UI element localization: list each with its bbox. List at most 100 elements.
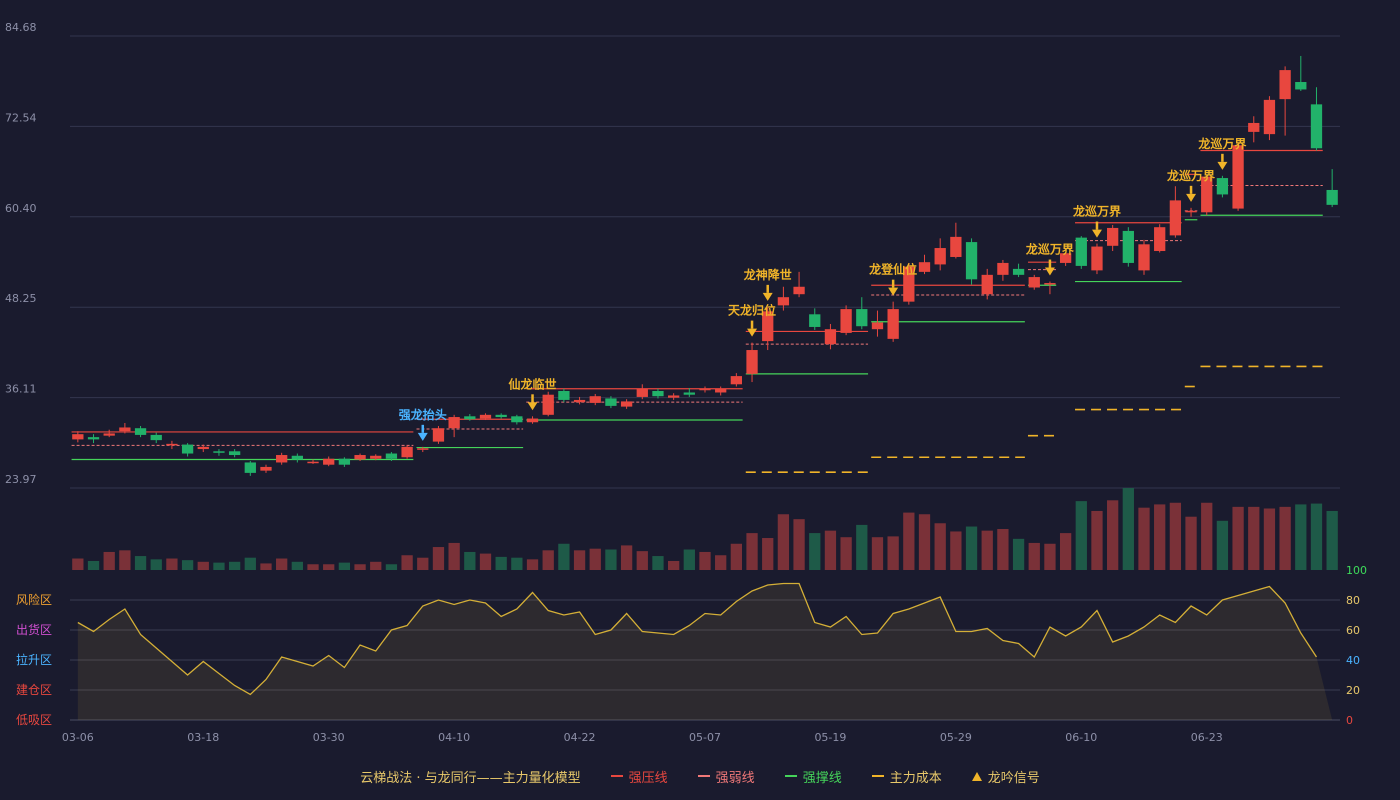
volume-bar: [1154, 504, 1166, 570]
candle-body: [511, 416, 523, 423]
volume-bar: [260, 563, 272, 570]
candle-body: [150, 434, 162, 441]
volume-bar: [605, 549, 617, 570]
volume-bar: [72, 558, 84, 570]
candle-body: [385, 453, 398, 459]
candle-body: [228, 451, 241, 456]
volume-bar: [840, 537, 852, 570]
candle-body: [809, 314, 821, 327]
signal-arrow-icon: [417, 432, 428, 441]
volume-bar: [1295, 504, 1307, 570]
candle-body: [746, 350, 758, 374]
candle-body: [1185, 210, 1197, 213]
candle-body: [166, 443, 178, 446]
candle-body: [856, 309, 868, 327]
candle-body: [338, 458, 351, 465]
candlestick-chart: 84.68 72.54 60.40 48.25 36.11 23.97 100 80 60 40 2…: [5, 21, 1367, 744]
volume-bar: [150, 559, 162, 570]
candle-body: [715, 388, 727, 393]
candle-body: [1248, 122, 1260, 132]
volume-bar: [683, 549, 695, 570]
candle-body: [291, 455, 303, 460]
signal-label: 龙巡万界: [1073, 204, 1121, 219]
volume-bar: [1122, 488, 1134, 570]
candle-body: [354, 455, 366, 460]
volume-bar: [134, 556, 147, 570]
candle-body: [103, 433, 115, 436]
candle-body: [432, 428, 445, 442]
volume-bar: [1185, 516, 1197, 570]
signal-arrow-icon: [1186, 193, 1197, 202]
osc-zone-label: 出货区: [16, 622, 52, 637]
volume-bar: [1059, 533, 1072, 570]
volume-bar: [432, 547, 445, 570]
x-tick-label: 04-22: [564, 731, 596, 744]
candle-body: [636, 388, 648, 397]
signal-arrow-icon: [1044, 267, 1055, 276]
volume-bar: [558, 543, 570, 570]
volume-bar: [166, 558, 178, 570]
candle-body: [1295, 82, 1307, 90]
signal-arrow-icon: [747, 328, 758, 337]
candle-body: [793, 286, 805, 295]
x-tick-label: 06-10: [1065, 731, 1097, 744]
candle-body: [620, 401, 633, 407]
candle-body: [260, 466, 272, 471]
volume-bar: [354, 564, 366, 570]
volume-bar: [965, 526, 978, 570]
candle-body: [1232, 145, 1244, 209]
candle-body: [323, 458, 335, 465]
price-tick-label: 23.97: [5, 473, 37, 486]
signal-label: 龙巡万界: [1198, 136, 1246, 151]
volume-bar: [934, 523, 946, 570]
x-tick-label: 03-18: [187, 731, 219, 744]
volume-bar: [1326, 510, 1338, 570]
volume-bar: [1012, 538, 1025, 570]
candle-body: [526, 418, 539, 423]
volume-bar: [730, 543, 743, 570]
x-tick-label: 05-29: [940, 731, 972, 744]
candle-body: [464, 416, 476, 420]
volume-bar: [746, 533, 758, 570]
osc-tick-label: 60: [1346, 624, 1360, 637]
volume-bar: [464, 551, 476, 570]
candle-body: [542, 394, 554, 415]
volume-bar: [793, 519, 805, 570]
volume-bar: [448, 542, 460, 570]
volume-bar: [1279, 506, 1291, 570]
signal-label: 龙巡万界: [1167, 168, 1215, 183]
candle-body: [1107, 227, 1119, 246]
volume-bar: [307, 564, 319, 570]
volume-bar: [479, 553, 492, 570]
candle-body: [479, 414, 492, 419]
candle-body: [197, 446, 209, 450]
price-tick-label: 72.54: [5, 111, 37, 124]
candle-body: [307, 461, 319, 464]
volume-bar: [197, 561, 209, 570]
candle-body: [448, 417, 460, 429]
candle-body: [871, 322, 884, 330]
candle-body: [558, 390, 570, 400]
volume-bar: [1232, 506, 1244, 570]
volume-bar: [213, 562, 225, 570]
osc-tick-label: 20: [1346, 684, 1360, 697]
legend-resist: 强压线: [610, 767, 668, 786]
signal-arrow-icon: [1091, 229, 1102, 238]
volume-bar: [228, 561, 241, 570]
triangle-icon: [971, 771, 982, 781]
osc-tick-label: 80: [1346, 594, 1360, 607]
volume-bar: [809, 533, 821, 570]
candle-body: [244, 462, 256, 473]
candle-body: [981, 274, 993, 295]
volume-bar: [636, 551, 648, 570]
candle-body: [840, 309, 852, 333]
volume-bar: [276, 558, 288, 570]
legend-cost: 主力成本: [871, 767, 942, 786]
volume-bar: [871, 537, 884, 570]
volume-bar: [181, 560, 194, 570]
volume-bar: [950, 531, 962, 570]
osc-area: [77, 583, 1333, 720]
volume-bar: [1169, 502, 1182, 570]
candle-body: [950, 236, 962, 257]
volume-bar: [824, 530, 837, 570]
